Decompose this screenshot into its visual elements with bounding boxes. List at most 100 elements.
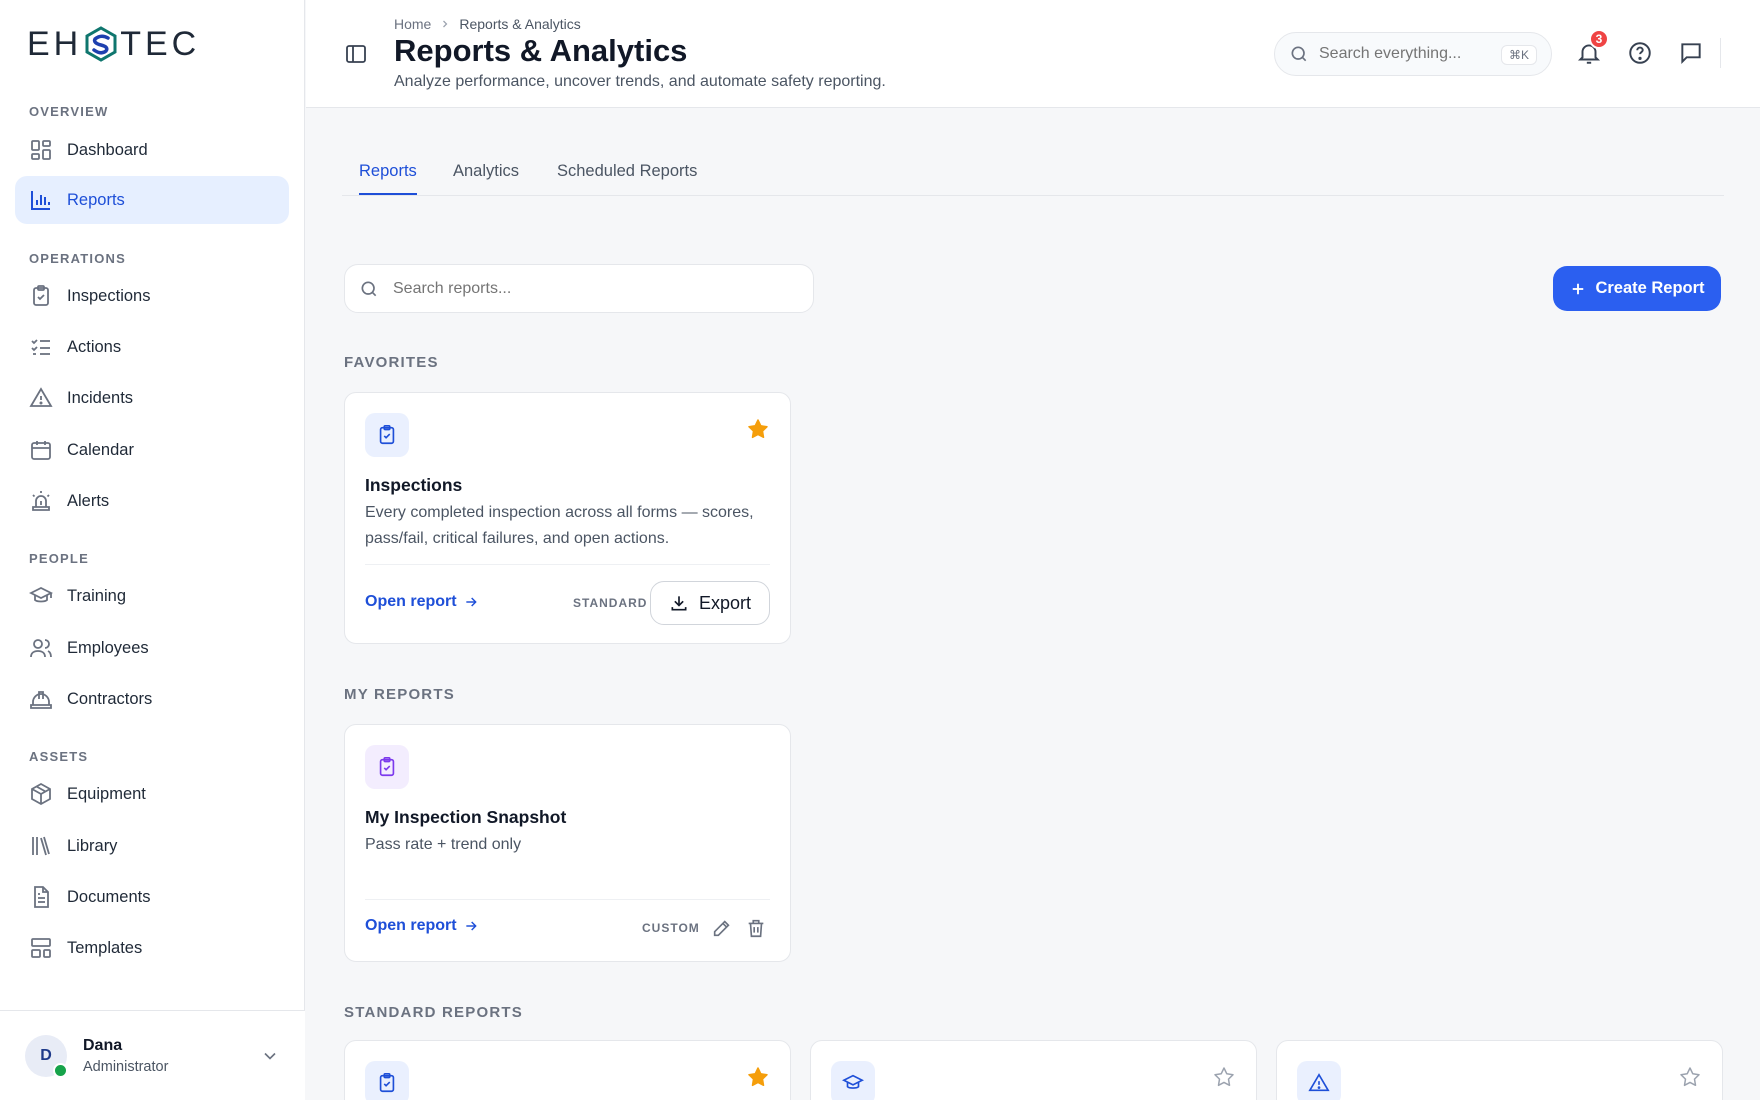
help-icon[interactable] (1627, 40, 1653, 66)
template-icon (31, 938, 51, 958)
sidebar-item-documents[interactable]: Documents (15, 873, 289, 921)
sidebar-item-label: Contractors (67, 689, 153, 708)
star-outline-icon[interactable] (1678, 1065, 1702, 1089)
sidebar-item-label: Equipment (67, 784, 146, 803)
sidebar-toggle-icon[interactable] (344, 42, 368, 66)
sidebar-item-templates[interactable]: Templates (15, 924, 289, 972)
search-shortcut: ⌘K (1500, 45, 1537, 65)
sidebar-item-label: Reports (67, 190, 125, 209)
clipboard-check-icon (379, 757, 395, 777)
create-report-button[interactable]: Create Report (1553, 266, 1721, 311)
checklist-icon (31, 339, 50, 355)
breadcrumb-current: Reports & Analytics (459, 16, 581, 32)
report-icon (365, 1061, 409, 1100)
breadcrumb-home[interactable]: Home (394, 16, 431, 32)
logo-mark-icon (85, 26, 117, 62)
sidebar-item-employees[interactable]: Employees (15, 624, 289, 672)
clipboard-check-icon (379, 1073, 395, 1093)
brand-logo[interactable]: EH TEC (27, 24, 201, 63)
sidebar-item-training[interactable]: Training (15, 572, 289, 620)
download-icon (671, 596, 687, 611)
sidebar-item-equipment[interactable]: Equipment (15, 770, 289, 818)
clipboard-check-icon (379, 425, 395, 445)
favorites-heading: FAVORITES (344, 354, 439, 371)
trash-icon[interactable] (745, 917, 767, 939)
search-icon (1291, 46, 1307, 62)
sidebar-item-dashboard[interactable]: Dashboard (15, 126, 289, 174)
card-divider (365, 564, 770, 565)
sidebar-item-reports[interactable]: Reports (15, 176, 289, 224)
export-button[interactable]: Export (650, 581, 770, 625)
message-icon[interactable] (1678, 40, 1704, 66)
standard-report-card (344, 1040, 791, 1100)
dashboard-icon (31, 140, 51, 160)
arrow-right-icon (465, 597, 477, 607)
my-report-card: My Inspection Snapshot Pass rate + trend… (344, 724, 791, 962)
open-report-link[interactable]: Open report (365, 917, 479, 935)
sidebar-item-label: Incidents (67, 388, 134, 407)
graduation-cap-icon (842, 1074, 864, 1089)
report-icon (365, 745, 409, 789)
favorite-report-card: Inspections Every completed inspection a… (344, 392, 791, 644)
tab-scheduled-reports[interactable]: Scheduled Reports (557, 162, 697, 193)
sidebar-item-label: Training (67, 586, 126, 605)
export-label: Export (698, 592, 752, 613)
sidebar-item-library[interactable]: Library (15, 822, 289, 870)
sidebar-item-actions[interactable]: Actions (15, 323, 289, 371)
breadcrumb: Home Reports & Analytics (394, 16, 581, 32)
online-status-indicator (53, 1063, 68, 1078)
sidebar-item-incidents[interactable]: Incidents (15, 374, 289, 422)
report-search[interactable] (344, 264, 814, 313)
sidebar-item-label: Library (67, 836, 118, 855)
user-role: Administrator (83, 1059, 169, 1075)
header-divider (1720, 38, 1721, 68)
page-subtitle: Analyze performance, uncover trends, and… (394, 73, 886, 90)
logo-text-left: EH (27, 24, 83, 63)
star-filled-icon[interactable] (746, 417, 770, 441)
edit-icon[interactable] (711, 917, 733, 939)
star-filled-icon[interactable] (746, 1065, 770, 1089)
users-icon (30, 639, 52, 658)
standard-report-card (810, 1040, 1257, 1100)
tab-reports[interactable]: Reports (359, 162, 417, 195)
sidebar-item-contractors[interactable]: Contractors (15, 675, 289, 723)
open-report-label: Open report (365, 593, 457, 610)
report-title: Inspections (365, 475, 463, 495)
report-kind-label: STANDARD (573, 596, 648, 610)
report-kind-label: CUSTOM (642, 921, 700, 935)
sidebar-item-alerts[interactable]: Alerts (15, 477, 289, 525)
tab-analytics[interactable]: Analytics (453, 162, 519, 193)
chevron-right-icon (443, 20, 448, 28)
document-icon (34, 886, 49, 908)
sidebar-item-inspections[interactable]: Inspections (15, 272, 289, 320)
section-assets: ASSETS (29, 749, 89, 764)
global-search[interactable]: ⌘K (1274, 32, 1552, 76)
create-report-label: Create Report (1595, 279, 1705, 297)
arrow-right-icon (465, 921, 477, 931)
report-description: Pass rate + trend only (365, 836, 522, 853)
section-overview: OVERVIEW (29, 104, 109, 119)
chevron-down-icon[interactable] (260, 1046, 280, 1066)
star-outline-icon[interactable] (1212, 1065, 1236, 1089)
warning-icon (29, 387, 53, 407)
clipboard-check-icon (33, 285, 49, 306)
sidebar-item-label: Dashboard (67, 140, 148, 159)
warning-icon (1308, 1073, 1330, 1092)
sidebar-item-calendar[interactable]: Calendar (15, 426, 289, 474)
sidebar-item-label: Documents (67, 887, 151, 906)
page-title: Reports & Analytics (394, 33, 688, 68)
logo-text-right: TEC (120, 24, 201, 63)
sidebar-item-label: Actions (67, 337, 122, 356)
sidebar-item-label: Employees (67, 638, 149, 657)
user-name: Dana (83, 1037, 123, 1054)
graduation-cap-icon (29, 586, 53, 603)
standard-report-card (1276, 1040, 1723, 1100)
global-search-input[interactable] (1319, 45, 1489, 63)
report-search-input[interactable] (393, 279, 793, 298)
report-tabs: Reports Analytics Scheduled Reports (342, 150, 1724, 196)
user-menu[interactable]: D Dana Administrator (0, 1010, 305, 1100)
open-report-link[interactable]: Open report (365, 593, 479, 611)
sidebar-item-label: Alerts (67, 491, 110, 510)
report-title: My Inspection Snapshot (365, 807, 567, 827)
card-divider (365, 899, 770, 900)
